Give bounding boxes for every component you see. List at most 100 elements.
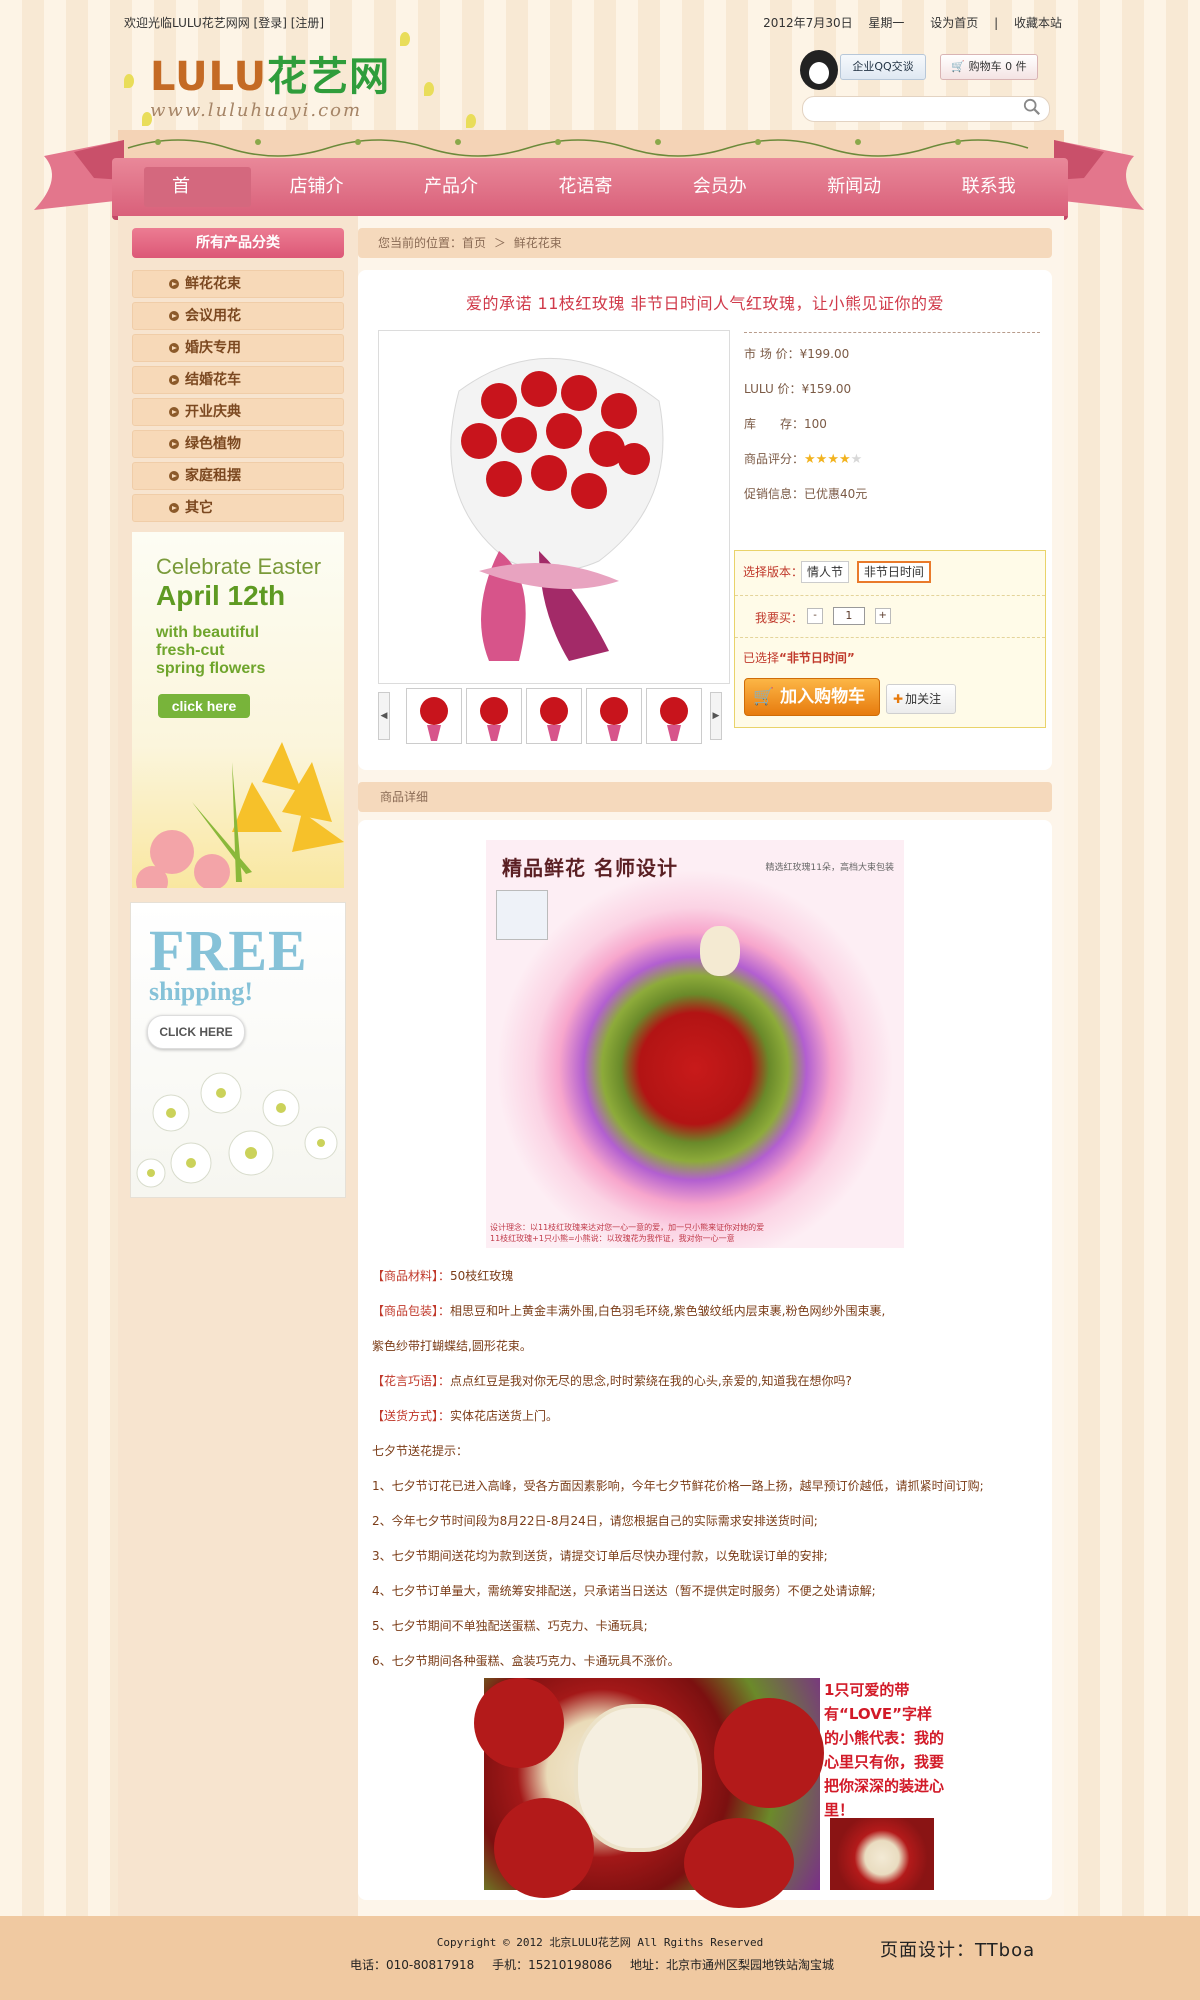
design-credit: 页面设计：TTboa — [880, 1940, 1036, 1961]
version-row: 选择版本： 情人节 非节日时间 — [735, 551, 1045, 596]
desc-line: 【花言巧语】：点点红豆是我对你无尽的思念,时时萦绕在我的心头,亲爱的,知道我在想… — [372, 1374, 852, 1388]
welcome-text[interactable]: 欢迎光临LULU花艺网网 [登录] [注册] — [124, 14, 324, 31]
cart-add-icon: 🛒 — [753, 687, 775, 707]
product-info: 市 场 价：¥199.00 LULU 价：¥159.00 库 存：100 商品评… — [744, 332, 1040, 520]
footer-mobile: 手机：15210198086 — [492, 1958, 613, 1972]
follow-label: 加关注 — [905, 692, 942, 706]
date-text: 2012年7月30日 — [763, 16, 853, 30]
qq-penguin-icon — [800, 50, 838, 90]
star-icon: ★ — [838, 452, 851, 467]
free-shipping-banner[interactable]: FREE shipping! CLICK HERE — [130, 902, 346, 1198]
detail-image-caption: 设计理念：以11枝红玫瑰来达对您一心一意的爱，加一只小熊来证你对她的爱 11枝红… — [490, 1223, 765, 1243]
easter-line2: April 12th — [156, 580, 286, 611]
ribbon-left-decoration — [34, 140, 124, 210]
lulu-price-row: LULU 价：¥159.00 — [744, 382, 852, 396]
market-price-row: 市 场 价：¥199.00 — [744, 347, 850, 361]
desc-line: 【商品材料】：50枝红玫瑰 — [372, 1269, 514, 1283]
detail-image-heading: 精品鲜花 名师设计 — [502, 856, 678, 880]
promo-row: 促销信息：已优惠40元 — [744, 487, 868, 501]
nav-flower-language[interactable]: 花语寄语 — [530, 167, 653, 237]
add-to-cart-button[interactable]: 🛒 加入购物车 — [744, 678, 880, 716]
desc-line: 【商品包装】：相思豆和叶上黄金丰满外围,白色羽毛环绕,紫色皱纹纸内层束裹,粉色网… — [372, 1304, 886, 1318]
small-bear-image — [830, 1818, 934, 1890]
easter-banner[interactable]: Celebrate Easter April 12th with beautif… — [132, 532, 344, 888]
nav-product-intro[interactable]: 产品介绍 — [396, 167, 519, 237]
search-input[interactable] — [811, 97, 1015, 121]
version-option-non-holiday[interactable]: 非节日时间 — [856, 561, 931, 583]
desc-line: 紫色纱带打蝴蝶结,圆形花束。 — [372, 1339, 532, 1353]
breadcrumb-home-link[interactable]: 首页 — [462, 236, 486, 250]
add-to-cart-label: 加入购物车 — [780, 687, 866, 707]
cart-label: 购物车 0 件 — [968, 60, 1027, 73]
category-title: 所有产品分类 — [132, 228, 344, 258]
bear-love-text: 1只可爱的带有“LOVE”字样的小熊代表：我的心里只有你，我要把你深深的装进心里… — [824, 1681, 945, 1819]
rating-stars: ★★★★★ — [804, 450, 862, 469]
category-item[interactable]: 结婚花车 — [132, 366, 344, 394]
category-item[interactable]: 绿色植物 — [132, 430, 344, 458]
daisy-flowers-image — [136, 1072, 338, 1188]
cart-button[interactable]: 🛒 购物车 0 件 — [940, 54, 1038, 80]
logo-cn: 花艺网 — [267, 54, 391, 100]
easter-click-button[interactable]: click here — [158, 694, 250, 718]
search-box — [802, 96, 1050, 122]
product-title: 爱的承诺 11枝红玫瑰 非节日时间人气红玫瑰，让小熊见证你的爱 — [465, 294, 945, 313]
nav-home[interactable]: 首 页 — [144, 167, 251, 237]
detail-header: 商品详细 — [358, 782, 1052, 812]
stock-value: 100 — [804, 417, 827, 431]
nav-news[interactable]: 新闻动态 — [799, 167, 922, 237]
thumb-next-button[interactable]: ▶ — [710, 692, 722, 740]
teddy-bear-icon — [700, 926, 740, 976]
market-price: ¥199.00 — [799, 347, 850, 361]
bear-roses-image — [474, 1678, 824, 1908]
follow-button[interactable]: ✚ 加关注 — [886, 684, 956, 714]
desc-line: 【送货方式】：实体花店送货上门。 — [372, 1409, 559, 1423]
rating-row: 商品评分：★★★★★ — [744, 450, 863, 469]
version-option-valentine[interactable]: 情人节 — [801, 561, 850, 583]
desc-line: 2、今年七夕节时间段为8月22日-8月24日，请您根据自己的实际需求安排送货时间… — [372, 1514, 818, 1528]
quantity-plus-button[interactable]: + — [874, 608, 891, 624]
breadcrumb-prefix: 您当前的位置： — [378, 236, 463, 250]
version-label: 选择版本： — [743, 565, 804, 579]
category-item[interactable]: 其它 — [132, 494, 344, 522]
set-home-link[interactable]: 设为首页 — [930, 16, 978, 30]
quantity-label: 我要买： — [755, 611, 804, 625]
star-icon: ★ — [850, 452, 863, 467]
main-nav: 首 页 店铺介绍 产品介绍 花语寄语 会员办理 新闻动态 联系我们 — [112, 158, 1068, 237]
quantity-input[interactable]: 1 — [832, 607, 865, 625]
nav-store-intro[interactable]: 店铺介绍 — [262, 167, 385, 237]
breadcrumb-current[interactable]: 鲜花花束 — [514, 236, 562, 250]
star-icon: ★ — [815, 452, 828, 467]
lily-flowers-image — [136, 742, 344, 888]
bookmark-link[interactable]: 收藏本站 — [1014, 16, 1062, 30]
logo-url: www.luluhuayi.com — [150, 100, 363, 121]
category-item[interactable]: 鲜花花束 — [132, 270, 344, 298]
stock-row: 库 存：100 — [744, 417, 827, 431]
nav-contact[interactable]: 联系我们 — [934, 167, 1057, 237]
product-detail-image: 精品鲜花 名师设计 精选红玫瑰11朵，高档大束包装 设计理念：以11枝红玫瑰来达… — [486, 840, 904, 1248]
star-icon: ★ — [827, 452, 839, 467]
free-shipping-click-button[interactable]: CLICK HERE — [147, 1015, 245, 1049]
qq-chat-button[interactable]: 企业QQ交谈 — [840, 54, 926, 80]
category-item[interactable]: 开业庆典 — [132, 398, 344, 426]
product-thumbnail[interactable] — [646, 688, 702, 744]
lulu-price: ¥159.00 — [801, 382, 852, 396]
thumb-prev-button[interactable]: ◀ — [378, 692, 390, 740]
nav-membership[interactable]: 会员办理 — [665, 167, 788, 237]
quantity-minus-button[interactable]: - — [807, 608, 823, 624]
product-thumbnail[interactable] — [406, 688, 462, 744]
category-item[interactable]: 会议用花 — [132, 302, 344, 330]
category-item[interactable]: 家庭租摆 — [132, 462, 344, 490]
search-icon[interactable] — [1023, 98, 1041, 116]
selected-version-text: 已选择“非节日时间” — [743, 651, 855, 665]
footer-address: 地址：北京市通州区梨园地铁站淘宝城 — [629, 1958, 834, 1972]
product-thumbnail[interactable] — [586, 688, 642, 744]
product-main-image[interactable] — [378, 330, 730, 684]
desc-line: 七夕节送花提示： — [372, 1444, 469, 1458]
free-text: FREE — [149, 918, 308, 983]
footer-phone: 电话：010-80817918 — [350, 1958, 475, 1972]
product-thumbnail[interactable] — [466, 688, 522, 744]
category-item[interactable]: 婚庆专用 — [132, 334, 344, 362]
product-thumbnail[interactable] — [526, 688, 582, 744]
shipping-text: shipping! — [149, 977, 254, 1006]
site-logo[interactable]: LULU花艺网 www.luluhuayi.com — [124, 32, 476, 128]
